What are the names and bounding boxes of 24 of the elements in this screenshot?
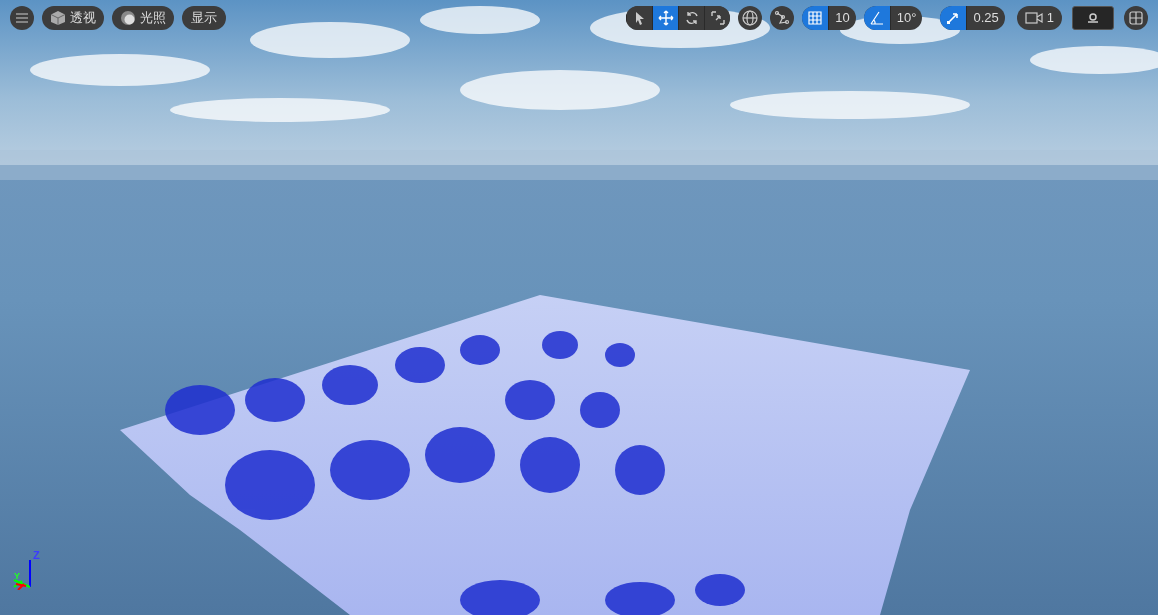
rotate-icon [683,10,700,26]
grid-icon [807,10,824,26]
game-view-button[interactable] [1072,6,1114,30]
snap-points-icon [774,10,791,26]
globe-icon [742,10,759,26]
cube-icon [50,10,66,26]
lighting-button[interactable]: 光照 [112,6,174,30]
camera-speed-value[interactable]: 1 [1046,8,1054,28]
scale-snap-toggle[interactable] [940,6,967,30]
view-mode-button[interactable]: 透视 [42,6,104,30]
show-button[interactable]: 显示 [182,6,226,30]
grid-snap-toggle[interactable] [802,6,829,30]
scale-icon [709,10,726,26]
translate-tool-button[interactable] [652,6,679,30]
menu-icon [16,13,28,23]
layout-grid-icon [1129,11,1143,25]
scale-tool-button[interactable] [704,6,731,30]
person-icon [1087,13,1099,23]
video-camera-icon [1024,12,1043,24]
axis-label: Z [33,550,40,561]
axis-label: Y [14,572,20,581]
sphere-icon [120,10,136,26]
angle-icon [868,10,885,26]
move-arrows-icon [657,10,674,26]
